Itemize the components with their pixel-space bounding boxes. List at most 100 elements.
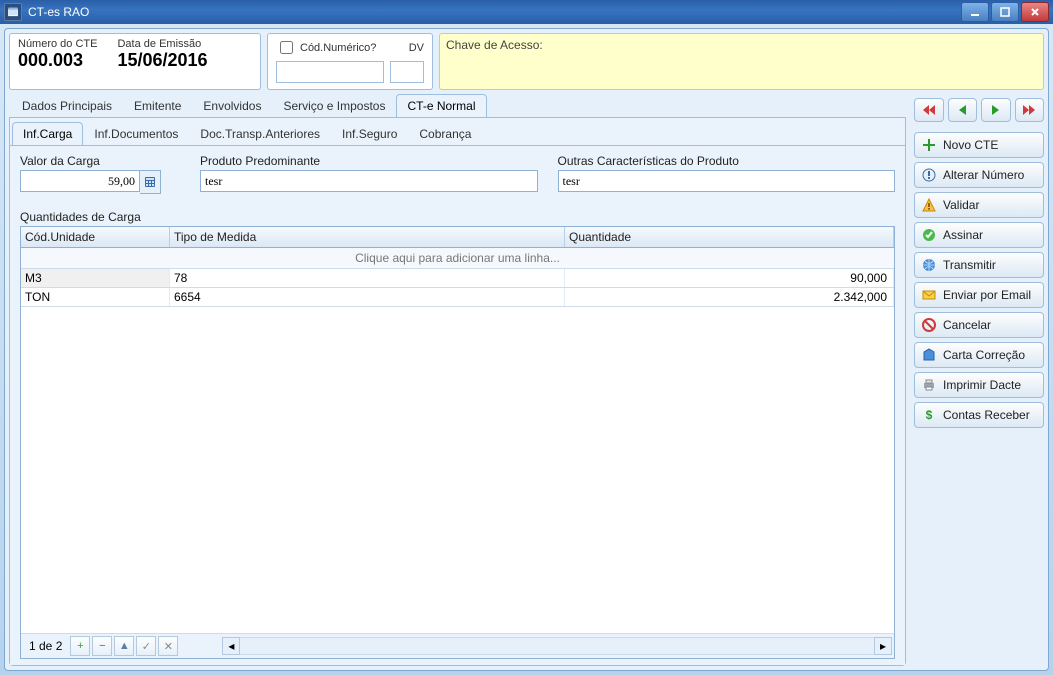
side-button-validar[interactable]: Validar: [914, 192, 1044, 218]
cod-numerico-checkbox[interactable]: [280, 41, 293, 54]
side-button-label: Imprimir Dacte: [943, 378, 1037, 392]
header-row: Número do CTE 000.003 Data de Emissão 15…: [9, 33, 1044, 90]
scroll-right-icon[interactable]: ▸: [874, 637, 892, 655]
tab-sub-1[interactable]: Inf.Documentos: [83, 122, 189, 145]
side-button-imprimir-dacte[interactable]: Imprimir Dacte: [914, 372, 1044, 398]
grid-footer-count: 1 de 2: [23, 639, 68, 653]
chave-acesso-panel: Chave de Acesso:: [439, 33, 1044, 90]
side-button-label: Carta Correção: [943, 348, 1037, 362]
doc-icon: [921, 347, 937, 363]
tab-main-3[interactable]: Serviço e Impostos: [272, 94, 396, 117]
grid-header-unidade[interactable]: Cód.Unidade: [21, 227, 170, 247]
tab-main-4[interactable]: CT-e Normal: [396, 94, 486, 117]
cod-numerico-input[interactable]: [276, 61, 384, 83]
grid-add-button[interactable]: +: [70, 636, 90, 656]
scroll-left-icon[interactable]: ◂: [222, 637, 240, 655]
dv-input[interactable]: [390, 61, 424, 83]
main-tabrow: Dados PrincipaisEmitenteEnvolvidosServiç…: [9, 94, 906, 118]
sub-tab-body: Valor da Carga Produto Predominante: [10, 146, 905, 665]
side-button-alterar-número[interactable]: Alterar Número: [914, 162, 1044, 188]
main-area: Dados PrincipaisEmitenteEnvolvidosServiç…: [9, 94, 1044, 666]
grid-confirm-button[interactable]: ✓: [136, 636, 156, 656]
maximize-button[interactable]: [991, 2, 1019, 22]
grid-header-tipo[interactable]: Tipo de Medida: [170, 227, 565, 247]
tab-sub-2[interactable]: Doc.Transp.Anteriores: [189, 122, 331, 145]
table-row[interactable]: TON66542.342,000: [21, 288, 894, 307]
side-button-label: Transmitir: [943, 258, 1037, 272]
right-sidebar: Novo CTE Alterar Número Validar Assinar Tran…: [914, 94, 1044, 666]
cell-tipo[interactable]: 78: [170, 269, 565, 287]
plus-green-icon: [921, 137, 937, 153]
nav-first-button[interactable]: [914, 98, 944, 122]
valor-input[interactable]: [20, 170, 140, 192]
grid: Cód.Unidade Tipo de Medida Quantidade Cl…: [20, 226, 895, 659]
tab-sub-3[interactable]: Inf.Seguro: [331, 122, 408, 145]
tab-sub-4[interactable]: Cobrança: [408, 122, 482, 145]
grid-title: Quantidades de Carga: [20, 210, 895, 224]
svg-text:$: $: [926, 408, 933, 422]
client-area: Número do CTE 000.003 Data de Emissão 15…: [4, 28, 1049, 671]
side-button-label: Cancelar: [943, 318, 1037, 332]
side-button-label: Alterar Número: [943, 168, 1037, 182]
numero-label: Número do CTE: [18, 38, 97, 50]
nav-prev-button[interactable]: [948, 98, 978, 122]
grid-hscrollbar[interactable]: ◂ ▸: [222, 637, 892, 655]
side-button-transmitir[interactable]: Transmitir: [914, 252, 1044, 278]
data-emissao-label: Data de Emissão: [117, 38, 207, 50]
cell-tipo[interactable]: 6654: [170, 288, 565, 306]
produto-input[interactable]: [200, 170, 538, 192]
globe-icon: [921, 257, 937, 273]
cell-unidade[interactable]: M3: [21, 269, 170, 287]
side-button-enviar-por-email[interactable]: Enviar por Email: [914, 282, 1044, 308]
main-tab-body: Inf.CargaInf.DocumentosDoc.Transp.Anteri…: [9, 118, 906, 666]
side-button-label: Assinar: [943, 228, 1037, 242]
tab-main-2[interactable]: Envolvidos: [192, 94, 272, 117]
side-button-carta-correção[interactable]: Carta Correção: [914, 342, 1044, 368]
outras-input[interactable]: [558, 170, 896, 192]
grid-footer: 1 de 2 + − ▲ ✓ ✕ ◂: [21, 633, 894, 658]
valor-label: Valor da Carga: [20, 154, 180, 168]
check-green-icon: [921, 227, 937, 243]
header-codnum-panel: Cód.Numérico? DV: [267, 33, 433, 90]
side-button-contas-receber[interactable]: $Contas Receber: [914, 402, 1044, 428]
form-row: Valor da Carga Produto Predominante: [20, 154, 895, 194]
cell-unidade[interactable]: TON: [21, 288, 170, 306]
cell-quantidade[interactable]: 90,000: [565, 269, 894, 287]
grid-add-row[interactable]: Clique aqui para adicionar uma linha...: [21, 248, 894, 269]
grid-header-quantidade[interactable]: Quantidade: [565, 227, 894, 247]
mail-icon: [921, 287, 937, 303]
numero-value: 000.003: [18, 50, 97, 71]
grid-remove-button[interactable]: −: [92, 636, 112, 656]
close-button[interactable]: [1021, 2, 1049, 22]
money-icon: $: [921, 407, 937, 423]
outras-label: Outras Características do Produto: [558, 154, 896, 168]
app-icon: [4, 3, 22, 21]
grid-cancel-button[interactable]: ✕: [158, 636, 178, 656]
cancel-icon: [921, 317, 937, 333]
tab-sub-0[interactable]: Inf.Carga: [12, 122, 83, 145]
tab-main-1[interactable]: Emitente: [123, 94, 192, 117]
side-button-novo-cte[interactable]: Novo CTE: [914, 132, 1044, 158]
tab-main-0[interactable]: Dados Principais: [11, 94, 123, 117]
nav-last-button[interactable]: [1015, 98, 1045, 122]
cell-quantidade[interactable]: 2.342,000: [565, 288, 894, 306]
side-button-assinar[interactable]: Assinar: [914, 222, 1044, 248]
nav-next-button[interactable]: [981, 98, 1011, 122]
grid-up-button[interactable]: ▲: [114, 636, 134, 656]
table-row[interactable]: M37890,000: [21, 269, 894, 288]
chave-label: Chave de Acesso:: [446, 38, 543, 52]
cod-numerico-label: Cód.Numérico?: [300, 42, 376, 54]
data-emissao-value: 15/06/2016: [117, 50, 207, 71]
sub-tabrow: Inf.CargaInf.DocumentosDoc.Transp.Anteri…: [10, 118, 905, 146]
side-button-label: Validar: [943, 198, 1037, 212]
calculator-icon[interactable]: [140, 170, 161, 194]
side-button-cancelar[interactable]: Cancelar: [914, 312, 1044, 338]
titlebar: CT-es RAO: [0, 0, 1053, 24]
window-title: CT-es RAO: [28, 5, 89, 19]
exclaim-blue-icon: [921, 167, 937, 183]
header-numero-panel: Número do CTE 000.003 Data de Emissão 15…: [9, 33, 261, 90]
window: CT-es RAO Número do CTE 000.003 Data de …: [0, 0, 1053, 675]
printer-icon: [921, 377, 937, 393]
side-button-label: Novo CTE: [943, 138, 1037, 152]
minimize-button[interactable]: [961, 2, 989, 22]
